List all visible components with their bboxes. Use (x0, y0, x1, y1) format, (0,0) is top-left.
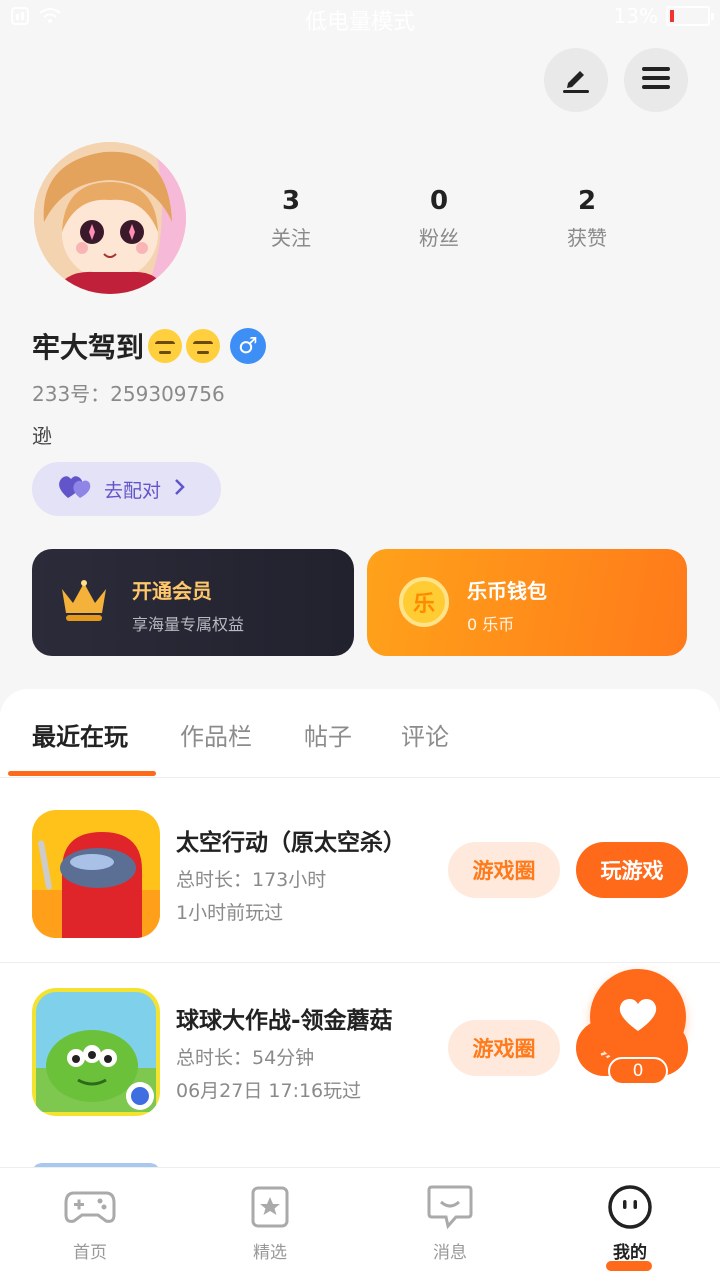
nav-home-label: 首页 (73, 1243, 107, 1263)
active-tab-indicator (8, 771, 156, 776)
stat-following-value: 3 (281, 186, 301, 216)
battery-icon (666, 6, 714, 26)
stat-fans-label: 粉丝 (419, 226, 459, 250)
profile-tabs: 最近在玩 作品栏 帖子 评论 (0, 689, 720, 778)
nav-home[interactable]: 首页 (30, 1182, 150, 1263)
unamused-emoji-icon (148, 329, 183, 363)
gamepad-icon (30, 1182, 150, 1232)
username-row: 牢大驾到 (32, 326, 221, 366)
heart-icon (618, 997, 658, 1037)
game-last-played: 06月27日 17:16玩过 (176, 1080, 362, 1102)
menu-button[interactable] (624, 48, 688, 112)
stat-following-label: 关注 (271, 226, 311, 250)
nav-me[interactable]: 我的 (570, 1182, 690, 1271)
nav-messages[interactable]: 消息 (390, 1182, 510, 1263)
unamused-emoji-icon (186, 329, 221, 363)
game-circle-button[interactable]: 游戏圈 (448, 842, 560, 898)
vip-title: 开通会员 (132, 579, 212, 603)
gender-male-icon: ♂ (230, 328, 266, 364)
nav-featured[interactable]: 精选 (210, 1182, 330, 1263)
tab-recently-played[interactable]: 最近在玩 (32, 717, 128, 752)
wallet-title: 乐币钱包 (467, 579, 547, 603)
vip-card[interactable]: 开通会员 享海量专属权益 (32, 549, 354, 656)
wallet-balance: 0 乐币 (467, 615, 515, 634)
match-label: 去配对 (104, 479, 162, 502)
coin-icon: 乐 (399, 577, 449, 627)
active-nav-indicator (606, 1261, 652, 1271)
content-sheet: 最近在玩 作品栏 帖子 评论 太空行动（原太空杀） 总时长：173小时 1小时前… (0, 689, 720, 1173)
game-duration: 总时长：173小时 (176, 869, 327, 891)
status-right: 13% (613, 4, 714, 28)
username: 牢大驾到 (32, 331, 145, 364)
tab-comments[interactable]: 评论 (401, 717, 449, 752)
tab-posts[interactable]: 帖子 (304, 717, 352, 752)
game-circle-button[interactable]: 游戏圈 (448, 1020, 560, 1076)
pen-icon (559, 61, 593, 99)
nav-me-label: 我的 (613, 1243, 647, 1263)
stat-likes-label: 获赞 (567, 226, 607, 250)
like-count-badge: 0 (608, 1057, 668, 1085)
hamburger-icon (640, 64, 672, 96)
nav-messages-label: 消息 (433, 1243, 467, 1263)
crown-icon (58, 579, 110, 629)
vip-subtitle: 享海量专属权益 (132, 615, 245, 634)
stat-fans-value: 0 (429, 186, 449, 216)
star-badge-icon (210, 1182, 330, 1232)
message-icon (390, 1182, 510, 1232)
stat-likes[interactable]: 2 获赞 (527, 186, 647, 251)
game-title: 球球大作战-领金蘑菇 (176, 1008, 393, 1034)
game-icon-space-action[interactable] (32, 810, 160, 938)
edit-profile-button[interactable] (544, 48, 608, 112)
bottom-nav: 首页 精选 消息 我的 (0, 1167, 720, 1280)
low-power-mode-label: 低电量模式 (304, 10, 415, 35)
play-game-button[interactable]: 玩游戏 (576, 842, 688, 898)
wallet-card[interactable]: 乐 乐币钱包 0 乐币 (367, 549, 687, 656)
like-floating-button[interactable] (590, 969, 686, 1065)
game-icon-ball-battle[interactable] (32, 988, 160, 1116)
user-bio: 逊 (32, 424, 52, 448)
status-bar: 低电量模式 13% (0, 0, 720, 36)
tab-works[interactable]: 作品栏 (180, 717, 252, 752)
game-row[interactable]: 太空行动（原太空杀） 总时长：173小时 1小时前玩过 游戏圈 玩游戏 (0, 785, 720, 961)
game-duration: 总时长：54分钟 (176, 1047, 315, 1069)
game-last-played: 1小时前玩过 (176, 902, 284, 924)
stat-fans[interactable]: 0 粉丝 (379, 186, 499, 251)
hearts-icon (58, 474, 92, 505)
stat-likes-value: 2 (577, 186, 597, 216)
nav-featured-label: 精选 (253, 1243, 287, 1263)
stat-following[interactable]: 3 关注 (231, 186, 351, 251)
face-icon (570, 1182, 690, 1232)
chevron-right-icon (173, 478, 187, 501)
battery-percent: 13% (613, 4, 658, 28)
avatar[interactable] (34, 142, 186, 294)
user-id: 233号：259309756 (32, 382, 225, 406)
game-title: 太空行动（原太空杀） (176, 830, 406, 856)
match-button[interactable]: 去配对 (32, 462, 221, 516)
